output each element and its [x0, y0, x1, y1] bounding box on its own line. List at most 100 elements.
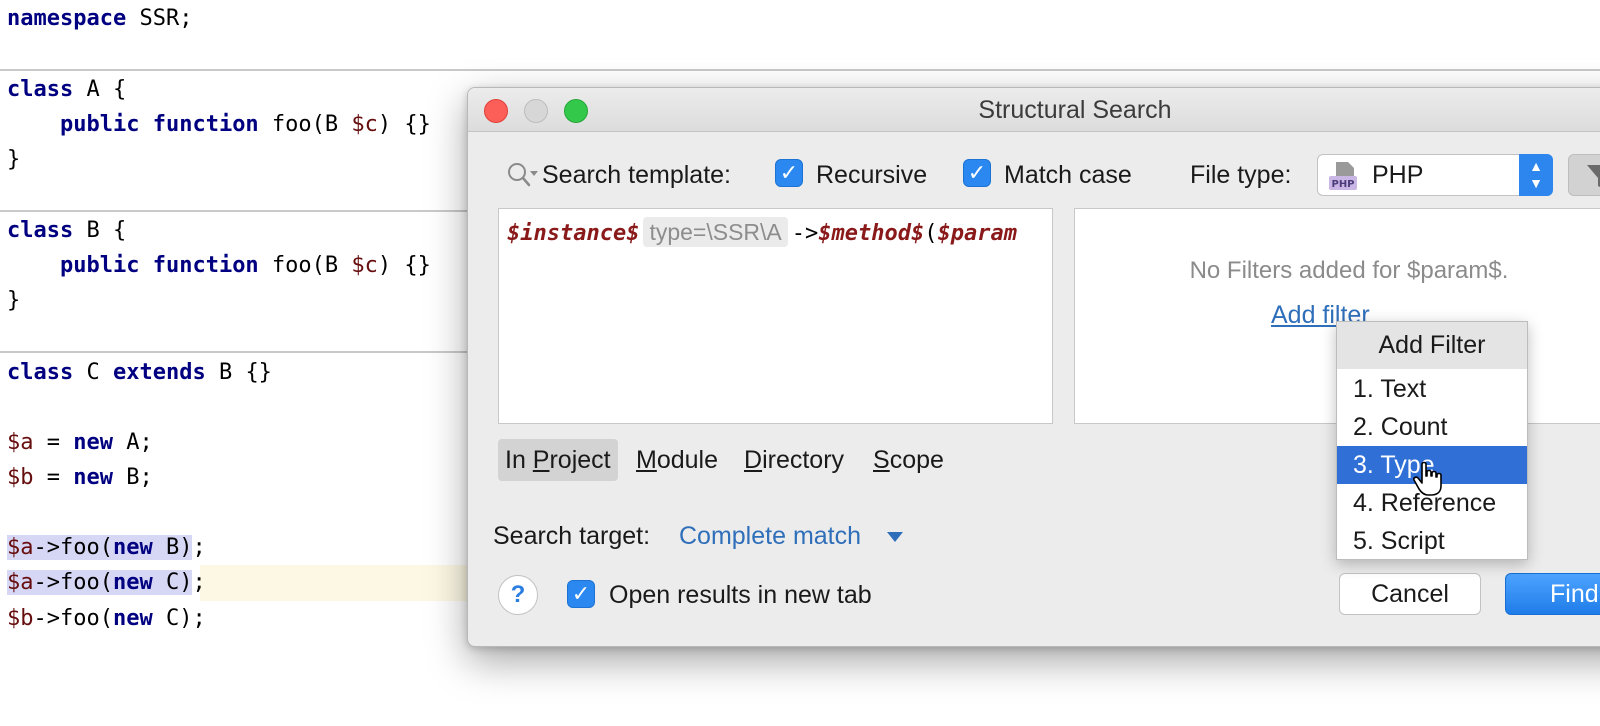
- code-text: C): [152, 570, 193, 595]
- keyword: public: [59, 112, 140, 137]
- code-text: foo(B: [258, 253, 352, 278]
- code-text: ) {}: [377, 253, 431, 278]
- popup-item-text[interactable]: 1. Text: [1337, 370, 1527, 408]
- keyword: function: [152, 112, 259, 137]
- code-line-5: class B {: [0, 213, 126, 249]
- code-text: B {: [73, 218, 127, 243]
- code-line-7: }: [0, 283, 20, 319]
- recursive-label[interactable]: Recursive: [816, 160, 927, 190]
- code-line-1: namespace SSR;: [0, 1, 192, 37]
- dialog-titlebar[interactable]: Structural Search: [468, 88, 1600, 132]
- code-line-2: class A {: [0, 72, 126, 108]
- search-match-highlight: $a->foo(new C): [7, 570, 193, 595]
- tab-mnemonic: D: [744, 446, 763, 474]
- tab-label: irectory: [762, 446, 845, 474]
- code-text: }: [7, 288, 21, 313]
- tab-in-project[interactable]: In Project: [498, 439, 618, 481]
- type-filter-inlay[interactable]: type=\SSR\A: [643, 217, 788, 247]
- template-variable[interactable]: $method$: [818, 221, 924, 246]
- code-line-12: $a->foo(new C);: [0, 565, 206, 601]
- tab-module[interactable]: Module: [629, 439, 725, 481]
- open-results-label[interactable]: Open results in new tab: [609, 580, 872, 610]
- code-text: ->foo(: [33, 570, 113, 595]
- code-text: ->foo(: [33, 606, 113, 631]
- tab-label: cope: [889, 446, 944, 474]
- code-text: A;: [113, 430, 153, 455]
- help-button[interactable]: ?: [498, 575, 538, 615]
- keyword: class: [7, 218, 74, 243]
- tab-mnemonic: S: [873, 446, 890, 474]
- keyword: new: [73, 465, 113, 490]
- search-icon[interactable]: [505, 160, 539, 188]
- code-text: foo(B: [258, 112, 352, 137]
- code-text: B): [152, 535, 193, 560]
- chevron-up-down-icon[interactable]: ▲ ▼: [1519, 154, 1553, 196]
- keyword: public: [59, 253, 140, 278]
- hand-cursor-icon: [1413, 461, 1442, 496]
- search-target-label: Search target:: [493, 522, 651, 550]
- keyword: new: [112, 606, 153, 631]
- keyword: new: [73, 430, 113, 455]
- template-text: $instance$ type=\SSR\A ->$method$($param: [507, 217, 1017, 249]
- code-line-9: $a = new A;: [0, 425, 153, 461]
- keyword: class: [7, 77, 74, 102]
- filter-toggle-button[interactable]: [1568, 154, 1600, 196]
- code-text: =: [33, 430, 74, 455]
- code-text: ;: [192, 570, 206, 595]
- template-variable[interactable]: $instance$: [507, 221, 639, 246]
- popup-title: Add Filter: [1337, 322, 1527, 369]
- php-file-icon: PHP: [1329, 162, 1357, 190]
- template-text-paren: (: [924, 221, 938, 246]
- file-type-select[interactable]: PHP PHP ▲ ▼: [1317, 154, 1553, 196]
- popup-item-script[interactable]: 5. Script: [1337, 522, 1527, 560]
- search-template-editor[interactable]: $instance$ type=\SSR\A ->$method$($param: [498, 208, 1053, 424]
- recursive-checkbox[interactable]: ✓: [775, 159, 803, 187]
- tab-mnemonic: P: [532, 446, 550, 474]
- file-type-value: PHP: [1372, 161, 1424, 189]
- cancel-button[interactable]: Cancel: [1339, 573, 1481, 615]
- keyword: new: [112, 535, 153, 560]
- variable: $c: [351, 253, 378, 278]
- no-filters-message: No Filters added for $param$.: [1189, 257, 1509, 284]
- popup-item-count[interactable]: 2. Count: [1337, 408, 1527, 446]
- code-line-8: class C extends B {}: [0, 355, 272, 391]
- dialog-title: Structural Search: [978, 96, 1172, 124]
- search-template-label: Search template:: [542, 161, 731, 189]
- tab-mnemonic: M: [636, 446, 657, 474]
- template-variable[interactable]: $param: [938, 221, 1017, 246]
- code-text: =: [33, 465, 74, 490]
- match-case-label[interactable]: Match case: [1004, 160, 1132, 190]
- method-separator: [0, 69, 1600, 71]
- find-button[interactable]: Find: [1505, 573, 1600, 615]
- code-line-4: }: [0, 142, 20, 178]
- code-text: C);: [152, 606, 206, 631]
- add-filter-popup: Add Filter 1. Text 2. Count 3. Type 4. R…: [1336, 321, 1528, 560]
- search-target-dropdown[interactable]: Complete match: [679, 521, 861, 551]
- php-icon-text: PHP: [1331, 179, 1354, 190]
- chevron-down-icon[interactable]: [887, 532, 903, 542]
- variable: $a: [7, 535, 34, 560]
- tab-scope[interactable]: Scope: [866, 439, 951, 481]
- code-text: ) {}: [377, 112, 431, 137]
- keyword: class: [7, 360, 74, 385]
- variable: $b: [7, 465, 34, 490]
- filter-icon: [1587, 165, 1600, 187]
- code-text: B;: [113, 465, 153, 490]
- tab-directory[interactable]: Directory: [737, 439, 851, 481]
- code-line-10: $b = new B;: [0, 460, 153, 496]
- keyword: extends: [112, 360, 206, 385]
- variable: $b: [7, 606, 34, 631]
- code-line-11: $a->foo(new B);: [0, 530, 206, 566]
- file-type-label: File type:: [1190, 161, 1292, 189]
- code-text: A {: [73, 77, 127, 102]
- tab-label: roject: [549, 446, 611, 474]
- open-results-checkbox[interactable]: ✓: [567, 580, 595, 608]
- code-line-6: public function foo(B $c) {}: [0, 248, 431, 284]
- keyword: new: [112, 570, 153, 595]
- variable: $c: [351, 112, 378, 137]
- code-line-3: public function foo(B $c) {}: [0, 107, 431, 143]
- match-case-checkbox[interactable]: ✓: [963, 159, 991, 187]
- keyword: function: [152, 253, 259, 278]
